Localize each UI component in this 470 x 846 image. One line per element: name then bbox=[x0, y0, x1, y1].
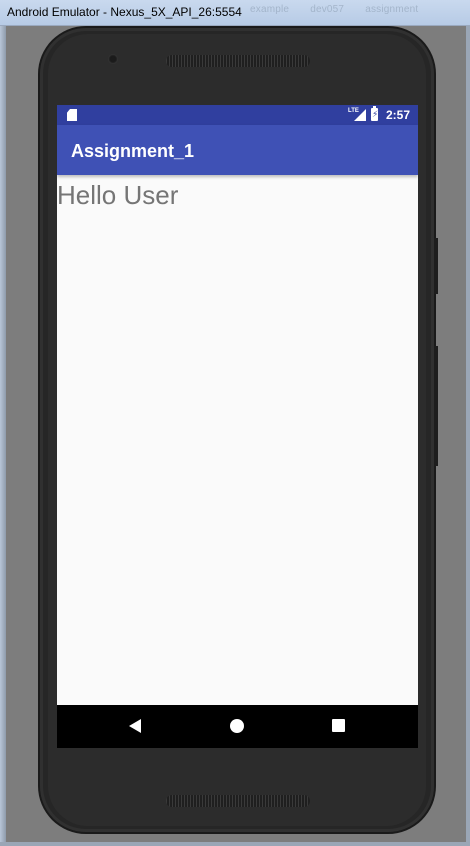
status-clock: 2:57 bbox=[386, 108, 411, 122]
front-camera-icon bbox=[108, 54, 118, 64]
greeting-text: Hello User bbox=[57, 180, 179, 210]
home-icon[interactable] bbox=[230, 719, 244, 733]
app-title: Assignment_1 bbox=[71, 141, 195, 161]
main-content: Hello User bbox=[57, 175, 418, 705]
window-border-right bbox=[466, 26, 470, 846]
lte-icon: LTE bbox=[348, 108, 359, 114]
device-screen[interactable]: LTE ⚡ 2:57 Assignment_1 Hello User bbox=[57, 105, 418, 748]
window-border-left bbox=[0, 26, 6, 846]
power-button[interactable] bbox=[434, 238, 438, 294]
status-bar: LTE ⚡ 2:57 bbox=[57, 105, 418, 125]
background-tab: example bbox=[250, 4, 290, 15]
app-toolbar: Assignment_1 bbox=[57, 125, 418, 175]
background-tab: dev057 bbox=[310, 4, 345, 15]
background-tab: assignment bbox=[365, 4, 419, 15]
charging-bolt-icon: ⚡ bbox=[372, 109, 379, 119]
window-border-bottom bbox=[0, 842, 470, 846]
battery-icon: ⚡ bbox=[371, 106, 379, 121]
back-icon[interactable] bbox=[129, 719, 141, 733]
sd-card-icon bbox=[67, 109, 77, 121]
top-speaker-grille bbox=[166, 55, 310, 67]
window-titlebar[interactable]: Android Emulator - Nexus_5X_API_26:5554 … bbox=[0, 0, 470, 26]
navigation-bar bbox=[57, 705, 418, 748]
recents-icon[interactable] bbox=[332, 719, 345, 732]
volume-button[interactable] bbox=[434, 346, 438, 466]
bottom-speaker-grille bbox=[166, 795, 310, 807]
window-title: Android Emulator - Nexus_5X_API_26:5554 bbox=[7, 5, 242, 19]
background-window-tabs: example dev057 assignment bbox=[250, 4, 436, 15]
